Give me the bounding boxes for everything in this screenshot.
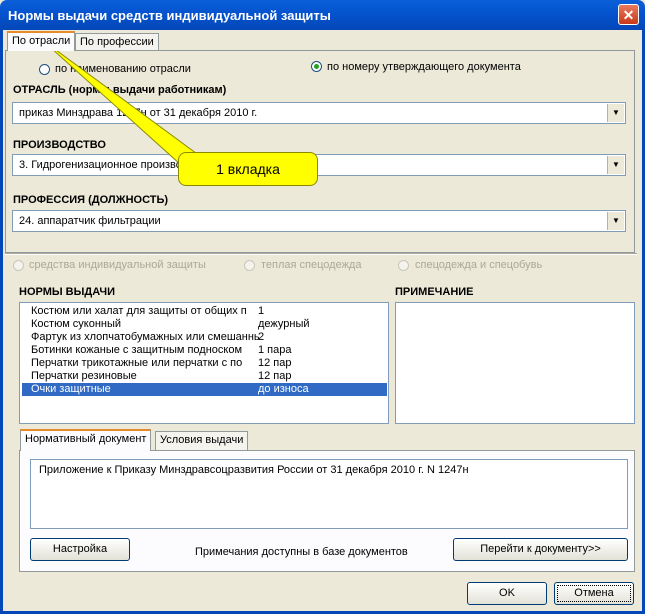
tab-normative-doc[interactable]: Нормативный документ <box>20 429 152 451</box>
list-item[interactable]: Перчатки трикотажные или перчатки с по 12… <box>22 357 387 370</box>
radio-workwear[interactable] <box>398 260 409 271</box>
ok-button[interactable]: OK <box>467 582 547 605</box>
profession-select[interactable]: 24. аппаратчик фильтрации ▼ <box>12 210 626 232</box>
norm-item: Перчатки трикотажные или перчатки с по <box>31 357 243 369</box>
radio-ppe-label: средства индивидуальной защиты <box>29 259 206 271</box>
norm-qty: 12 пар <box>258 357 292 369</box>
callout-label: 1 вкладка <box>178 152 318 186</box>
chevron-down-icon[interactable]: ▼ <box>607 104 624 122</box>
norm-item: Перчатки резиновые <box>31 370 137 382</box>
notes-available-text: Примечания доступны в базе документов <box>195 546 408 558</box>
norm-qty: 1 <box>258 305 265 317</box>
settings-button[interactable]: Настройка <box>30 538 130 561</box>
norm-item: Фартук из хлопчатобумажных или смешанных <box>31 331 259 343</box>
cancel-button[interactable]: Отмена <box>554 582 634 605</box>
norm-item: Ботинки кожаные с защитным подноском <box>31 344 243 356</box>
list-item[interactable]: Костюм суконный дежурный <box>22 318 387 331</box>
norms-heading: НОРМЫ ВЫДАЧИ <box>19 286 115 298</box>
radio-ppe[interactable] <box>13 260 24 271</box>
list-item[interactable]: Перчатки резиновые 12 пар <box>22 370 387 383</box>
norm-item: Очки защитные <box>31 383 111 395</box>
chevron-down-icon[interactable]: ▼ <box>607 212 624 230</box>
window-title: Нормы выдачи средств индивидуальной защи… <box>8 8 331 23</box>
norm-qty: 12 пар <box>258 370 292 382</box>
norm-item: Костюм или халат для защиты от общих п <box>31 305 247 317</box>
tab-by-industry[interactable]: По отрасли <box>7 31 76 51</box>
norm-qty: 1 пара <box>258 344 292 356</box>
note-textarea[interactable] <box>395 302 635 424</box>
norm-qty: 2 <box>258 331 265 343</box>
radio-workwear-label: спецодежда и спецобувь <box>415 259 543 271</box>
document-text: Приложение к Приказу Минздравсоцразвития… <box>39 464 469 476</box>
list-item[interactable]: Костюм или халат для защиты от общих п 1 <box>22 305 387 318</box>
chevron-down-icon[interactable]: ▼ <box>607 156 624 174</box>
radio-warm-label: теплая спецодежда <box>261 259 362 271</box>
list-item[interactable]: Ботинки кожаные с защитным подноском 1 па… <box>22 344 387 357</box>
norm-qty: дежурный <box>258 318 310 330</box>
radio-by-document[interactable] <box>311 61 322 72</box>
radio-warm[interactable] <box>244 260 255 271</box>
profession-heading: ПРОФЕССИЯ (ДОЛЖНОСТЬ) <box>13 194 169 206</box>
document-textarea[interactable]: Приложение к Приказу Минздравсоцразвития… <box>30 459 628 529</box>
note-heading: ПРИМЕЧАНИЕ <box>395 286 474 298</box>
tab-issue-conditions[interactable]: Условия выдачи <box>155 431 249 451</box>
list-item-selected[interactable]: Очки защитные до износа <box>22 383 387 396</box>
separator <box>5 253 637 255</box>
list-item[interactable]: Фартук из хлопчатобумажных или смешанных… <box>22 331 387 344</box>
radio-by-document-label: по номеру утверждающего документа <box>327 61 521 73</box>
title-bar: Нормы выдачи средств индивидуальной защи… <box>0 0 645 30</box>
norm-qty: до износа <box>258 383 309 395</box>
norms-list[interactable]: Костюм или халат для защиты от общих п 1 … <box>19 302 389 424</box>
goto-document-button[interactable]: Перейти к документу>> <box>453 538 628 561</box>
close-button[interactable]: ✕ <box>618 4 639 25</box>
norm-item: Костюм суконный <box>31 318 122 330</box>
profession-value: 24. аппаратчик фильтрации <box>19 215 161 227</box>
